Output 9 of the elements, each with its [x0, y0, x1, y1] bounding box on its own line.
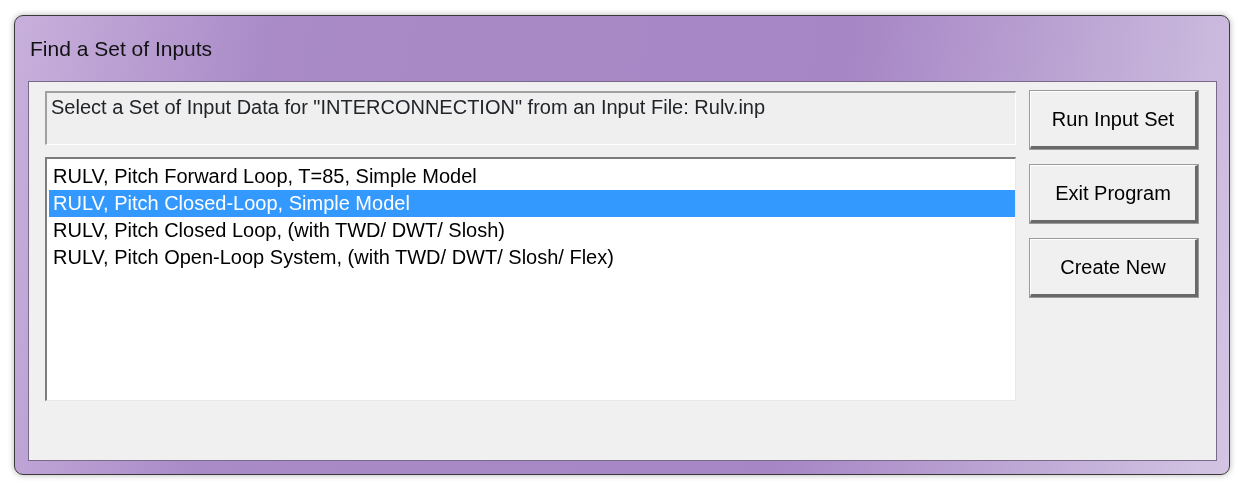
window-title: Find a Set of Inputs	[30, 35, 213, 62]
dialog-button[interactable]: Exit Program	[1030, 165, 1198, 223]
list-item[interactable]: RULV, Pitch Closed Loop, (with TWD/ DWT/ Slosh)	[49, 217, 1015, 244]
list-item[interactable]: RULV, Pitch Open-Loop System, (with TWD/ DWT/ Slosh/ Flex)	[49, 244, 1015, 271]
dialog-button[interactable]: Create New	[1030, 239, 1198, 297]
prompt-text: Select a Set of Input Data for "INTERCONNECTION" from an Input File: Rulv.inp	[45, 91, 1016, 145]
dialog-button[interactable]: Run Input Set	[1030, 91, 1198, 149]
input-set-list[interactable]: RULV, Pitch Forward Loop, T=85, Simple Model RULV, Pitch Closed-Loop, Simple Model RULV, Pitch Closed Loop, (with TWD/ DWT/ Slosh) RULV, Pitch Open-Loop System, (with TWD/ DWT/ Slosh/ Flex)	[45, 157, 1016, 401]
list-item[interactable]: RULV, Pitch Forward Loop, T=85, Simple Model	[49, 163, 1015, 190]
